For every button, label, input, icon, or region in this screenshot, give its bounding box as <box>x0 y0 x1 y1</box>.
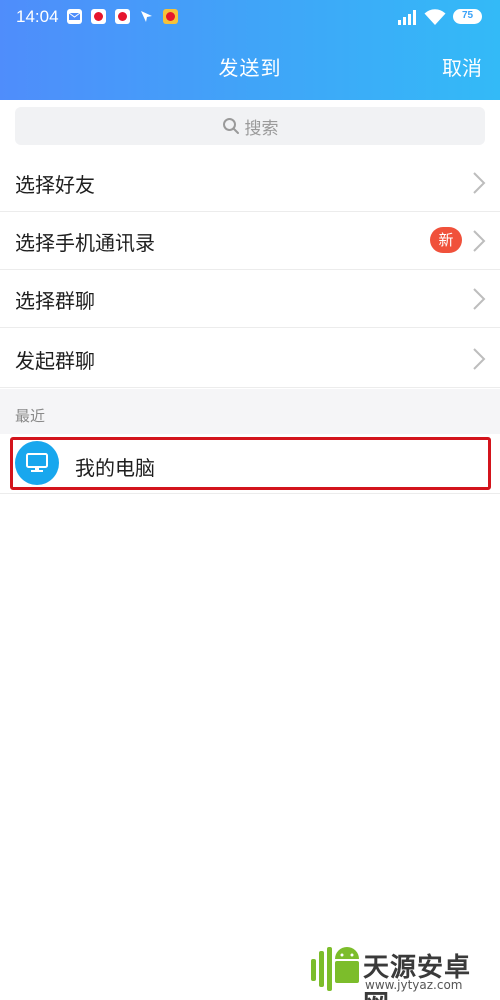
page-title: 发送到 <box>218 56 282 80</box>
chevron-right-icon <box>473 348 486 370</box>
android-logo-icon <box>311 947 359 991</box>
search-placeholder: 搜索 <box>244 118 279 139</box>
menu-item-label: 选择好友 <box>15 173 95 197</box>
weibo-icon <box>163 9 178 24</box>
recent-section-header: 最近 <box>0 389 500 434</box>
weibo-icon <box>115 9 130 24</box>
chevron-right-icon <box>473 288 486 310</box>
wifi-icon <box>424 8 446 26</box>
status-bar: 14:04 75 <box>0 0 500 36</box>
watermark-name: 天源安卓网 <box>363 953 472 1000</box>
section-label: 最近 <box>15 407 46 425</box>
status-time: 14:04 <box>16 7 59 26</box>
chevron-right-icon <box>473 230 486 252</box>
watermark-url: www.jytyaz.com <box>365 978 463 992</box>
menu-item-start-group[interactable]: 发起群聊 <box>0 330 500 388</box>
app-header: 14:04 75 发送到 取消 <box>0 0 500 100</box>
search-icon <box>222 118 239 134</box>
search-input[interactable]: 搜索 <box>15 107 485 145</box>
watermark: 天源安卓网 www.jytyaz.com <box>305 945 495 1000</box>
chevron-right-icon <box>473 172 486 194</box>
menu-item-select-friend[interactable]: 选择好友 <box>0 154 500 212</box>
menu-item-select-contacts[interactable]: 选择手机通讯录 新 <box>0 212 500 270</box>
menu-item-label: 选择手机通讯录 <box>15 231 155 255</box>
mail-icon <box>67 9 82 24</box>
menu-item-label: 选择群聊 <box>15 289 95 313</box>
cancel-button[interactable]: 取消 <box>442 52 482 81</box>
search-bar: 搜索 <box>0 100 500 154</box>
battery-icon: 75 <box>453 9 482 24</box>
highlight-box <box>10 437 491 490</box>
signal-icon <box>398 9 420 25</box>
new-badge: 新 <box>430 227 462 253</box>
weibo-icon <box>91 9 106 24</box>
navigation-icon <box>139 9 154 24</box>
menu-item-select-group[interactable]: 选择群聊 <box>0 270 500 328</box>
recent-item-my-computer[interactable]: 我的电脑 <box>0 434 500 494</box>
menu-item-label: 发起群聊 <box>15 349 95 373</box>
